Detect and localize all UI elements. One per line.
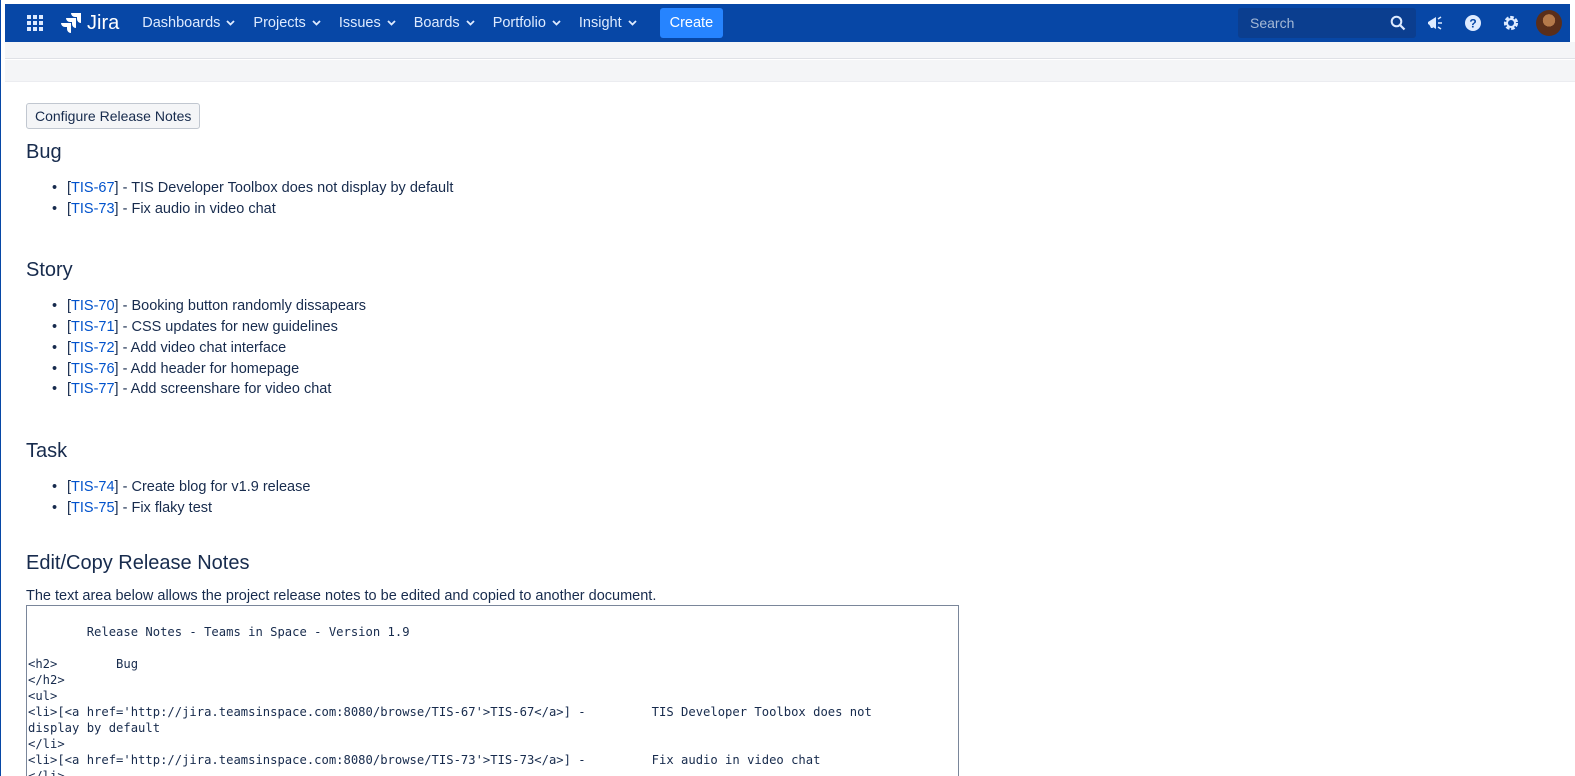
issue-list: [TIS-74] - Create blog for v1.9 release[…	[52, 477, 1546, 518]
issue-summary: TIS Developer Toolbox does not display b…	[131, 180, 454, 196]
issue-summary: Add video chat interface	[130, 339, 287, 356]
list-item: [TIS-71] - CSS updates for new guideline…	[52, 317, 1546, 338]
list-item: [TIS-77] - Add screenshare for video cha…	[52, 379, 1546, 400]
release-notes-content: Configure Release Notes Bug [TIS-67] - TI…	[26, 103, 1546, 776]
search-box[interactable]	[1238, 8, 1416, 38]
issue-key-link[interactable]: TIS-71	[71, 319, 115, 335]
help-icon[interactable]: ?	[1454, 4, 1492, 42]
nav-insight[interactable]: Insight	[570, 4, 646, 42]
nav-dashboards-label: Dashboards	[142, 15, 221, 31]
issue-key-link[interactable]: TIS-70	[71, 298, 115, 314]
issue-summary: Add screenshare for video chat	[130, 381, 332, 398]
section-title-bug: Bug	[26, 141, 62, 163]
release-notes-textarea[interactable]: Release Notes - Teams in Space - Version…	[26, 605, 959, 776]
release-notes-sections: Bug [TIS-67] - TIS Developer Toolbox does…	[26, 141, 1546, 518]
issue-key-link[interactable]: TIS-67	[71, 180, 115, 196]
page-subheader-band	[5, 60, 1575, 82]
nav-projects[interactable]: Projects	[244, 4, 329, 42]
issue-summary: Fix audio in video chat	[131, 200, 276, 217]
issue-summary: Fix flaky test	[131, 499, 213, 516]
nav-boards-label: Boards	[413, 15, 460, 31]
issue-key-link[interactable]: TIS-77	[71, 381, 115, 397]
list-item: [TIS-72] - Add video chat interface	[52, 338, 1546, 359]
issue-key-link[interactable]: TIS-75	[71, 500, 115, 516]
issue-summary: Add header for homepage	[130, 360, 300, 377]
issue-key-link[interactable]: TIS-76	[71, 361, 115, 377]
settings-icon[interactable]	[1492, 4, 1530, 42]
search-input[interactable]	[1250, 15, 1380, 31]
issue-summary: CSS updates for new guidelines	[131, 319, 338, 336]
app-switcher-icon[interactable]	[19, 4, 51, 42]
avatar[interactable]	[1536, 10, 1562, 36]
issue-key-link[interactable]: TIS-72	[71, 340, 115, 356]
list-item: [TIS-67] - TIS Developer Toolbox does no…	[52, 178, 1546, 199]
edit-copy-title: Edit/Copy Release Notes	[26, 552, 250, 575]
top-navigation-bar: Jira Dashboards Projects Issues Boards P…	[5, 4, 1570, 42]
nav-dashboards[interactable]: Dashboards	[133, 4, 244, 42]
configure-release-notes-button[interactable]: Configure Release Notes	[26, 103, 201, 129]
chevron-down-icon	[312, 20, 321, 26]
create-button[interactable]: Create	[659, 8, 724, 38]
nav-boards[interactable]: Boards	[405, 4, 484, 42]
issue-key-link[interactable]: TIS-74	[71, 479, 115, 495]
nav-portfolio-label: Portfolio	[492, 15, 546, 31]
nav-issues-label: Issues	[338, 15, 381, 31]
chevron-down-icon	[627, 20, 637, 26]
chevron-down-icon	[226, 20, 236, 26]
jira-logo-icon	[61, 13, 81, 33]
chevron-down-icon	[552, 20, 561, 26]
page-header-band	[5, 42, 1575, 59]
list-item: [TIS-74] - Create blog for v1.9 release	[52, 477, 1546, 498]
nav-projects-label: Projects	[253, 15, 306, 31]
nav-portfolio[interactable]: Portfolio	[484, 4, 570, 42]
notifications-icon[interactable]	[1416, 4, 1454, 42]
chevron-down-icon	[387, 20, 396, 26]
list-item: [TIS-75] - Fix flaky test	[52, 498, 1546, 519]
issue-key-link[interactable]: TIS-73	[71, 201, 115, 217]
list-item: [TIS-73] - Fix audio in video chat	[52, 199, 1546, 220]
issue-summary: Create blog for v1.9 release	[131, 478, 311, 495]
jira-logo-text: Jira	[87, 11, 120, 34]
chevron-down-icon	[466, 20, 475, 26]
jira-logo[interactable]: Jira	[61, 12, 119, 35]
list-item: [TIS-70] - Booking button randomly dissa…	[52, 296, 1546, 317]
edit-copy-description: The text area below allows the project r…	[26, 588, 657, 605]
issue-list: [TIS-70] - Booking button randomly dissa…	[52, 296, 1546, 400]
section-title-story: Story	[26, 259, 73, 282]
svg-text:?: ?	[1469, 17, 1476, 31]
page-left-edge	[0, 0, 5, 776]
search-icon[interactable]	[1390, 15, 1406, 31]
release-notes-textarea-content[interactable]: Release Notes - Teams in Space - Version…	[28, 624, 958, 776]
section-title-task: Task	[26, 439, 68, 462]
issue-summary: Booking button randomly dissapears	[131, 298, 367, 315]
issue-list: [TIS-67] - TIS Developer Toolbox does no…	[52, 178, 1546, 219]
nav-insight-label: Insight	[578, 15, 622, 31]
list-item: [TIS-76] - Add header for homepage	[52, 359, 1546, 380]
nav-issues[interactable]: Issues	[330, 4, 405, 42]
